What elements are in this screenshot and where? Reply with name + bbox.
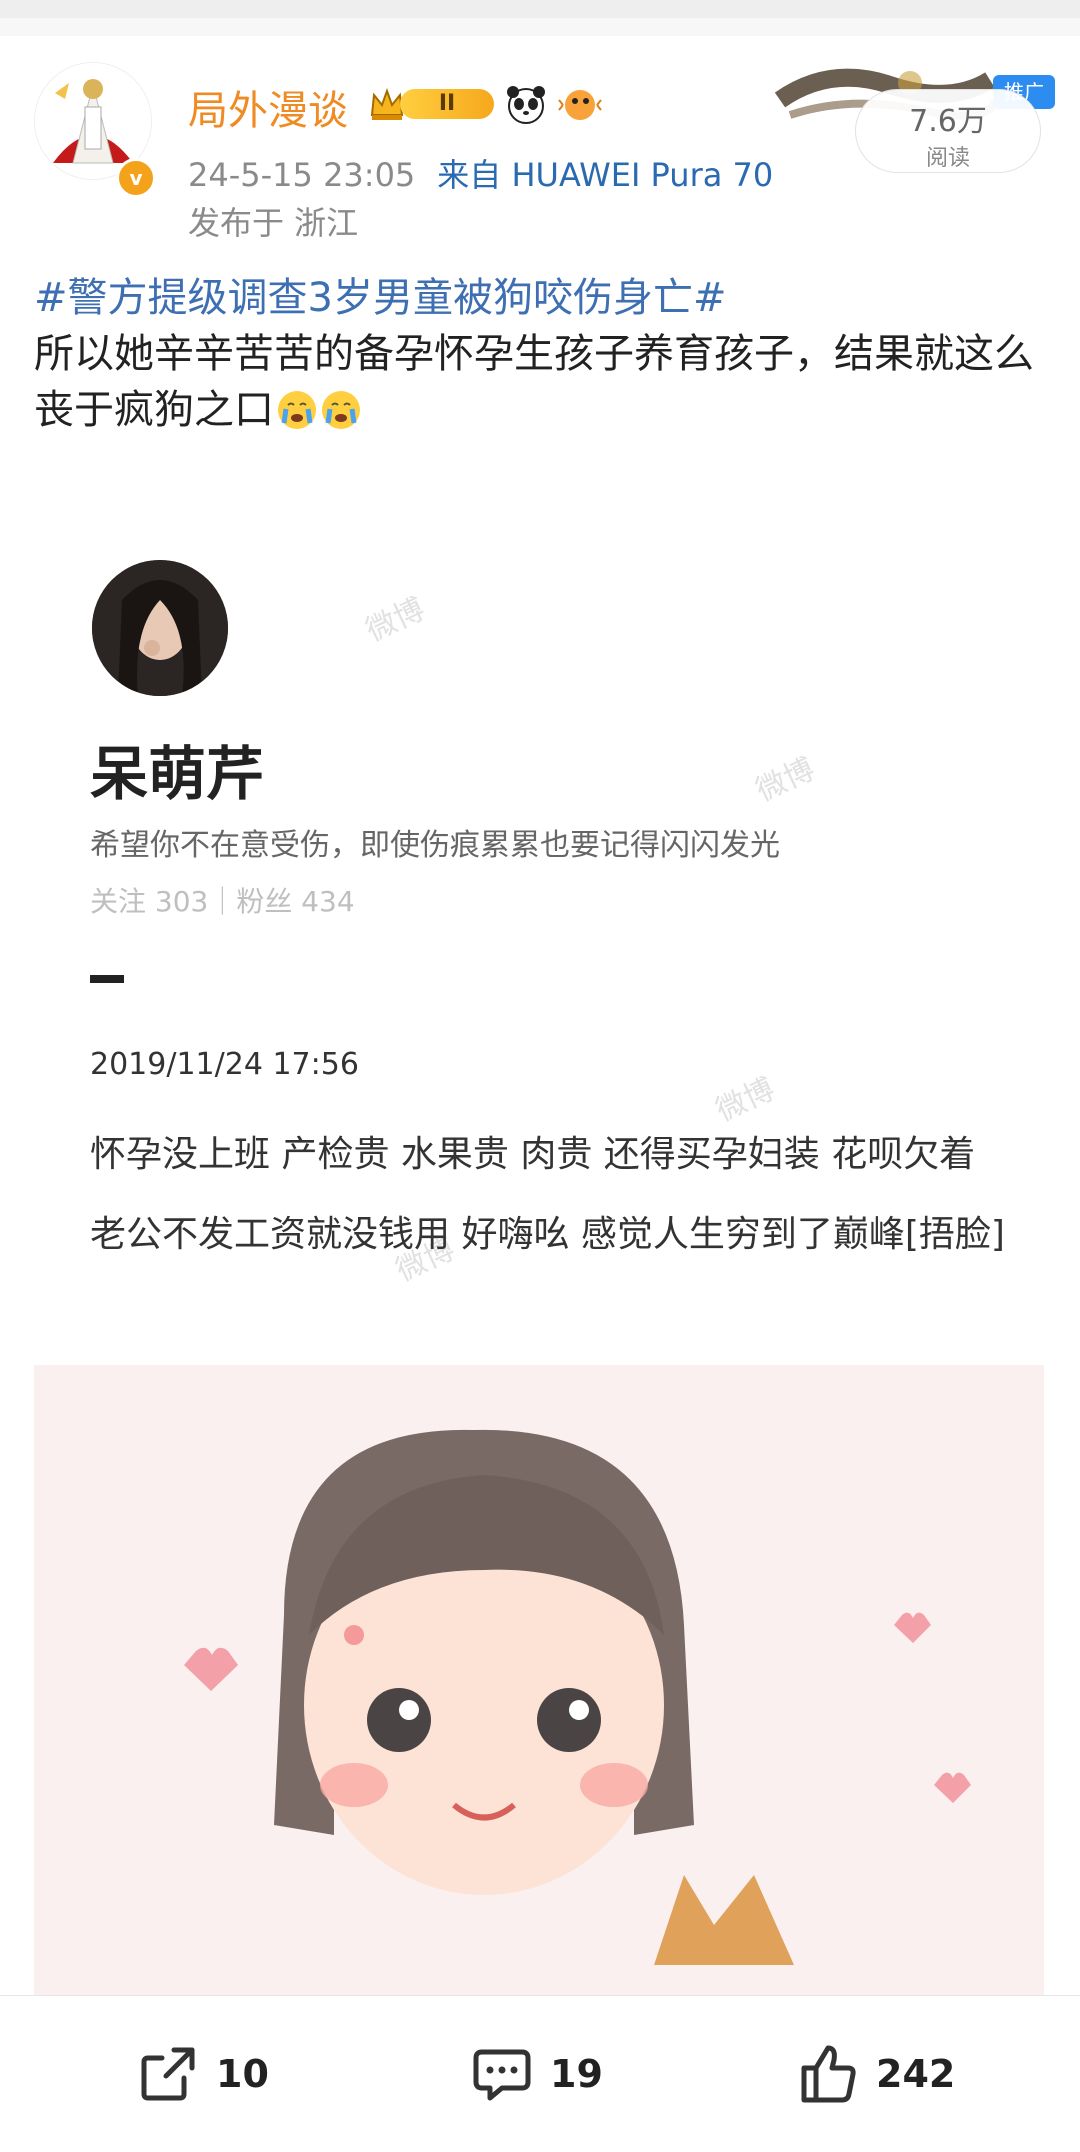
crying-emoji-icon bbox=[278, 391, 316, 429]
level-label: II bbox=[400, 89, 494, 119]
repost-button[interactable]: 10 bbox=[136, 2044, 269, 2104]
action-bar: 10 19 242 bbox=[0, 1995, 1080, 2152]
watermark: 微博 bbox=[360, 591, 431, 649]
like-count: 242 bbox=[876, 2052, 956, 2096]
embedded-name: 呆萌芹 bbox=[90, 740, 265, 808]
watermark: 微博 bbox=[750, 751, 821, 809]
hashtag-link[interactable]: #警方提级调查3岁男童被狗咬伤身亡# bbox=[34, 270, 1044, 326]
embedded-date: 2019/11/24 17:56 bbox=[90, 1047, 359, 1082]
post-content: #警方提级调查3岁男童被狗咬伤身亡# 所以她辛辛苦苦的备孕怀孕生孩子养育孩子，结… bbox=[34, 270, 1044, 438]
like-button[interactable]: 242 bbox=[796, 2044, 955, 2104]
post-image[interactable]: 微博 微博 微博 微博 呆萌芹 希望你不在意受伤，即使伤痕累累也要记得闪闪发光 … bbox=[34, 455, 1044, 1995]
embedded-text: 怀孕没上班 产检贵 水果贵 肉贵 还得买孕妇装 花呗欠着 老公不发工资就没钱用 … bbox=[90, 1134, 1005, 1255]
level-badge[interactable]: II bbox=[368, 84, 494, 124]
crying-emoji-icon bbox=[322, 391, 360, 429]
post-source[interactable]: 来自 HUAWEI Pura 70 bbox=[437, 156, 773, 194]
pufferfish-icon bbox=[558, 90, 602, 120]
cartoon-girl-illustration bbox=[34, 1365, 1044, 1995]
ad-banner[interactable]: 推广 7.6万 阅读 bbox=[770, 55, 1055, 173]
post-location: 发布于 浙江 bbox=[188, 204, 359, 242]
post-timestamp: 24-5-15 23:05 bbox=[188, 156, 416, 194]
read-count: 7.6万 bbox=[909, 104, 987, 139]
user-badges: II bbox=[368, 82, 602, 126]
panda-icon bbox=[507, 86, 545, 124]
embedded-stats: 关注 303｜粉丝 434 bbox=[90, 885, 355, 918]
comment-count: 19 bbox=[550, 2052, 603, 2096]
thumbs-up-icon bbox=[801, 2045, 856, 2103]
post-meta: 24-5-15 23:05 来自 HUAWEI Pura 70 bbox=[188, 150, 795, 196]
username[interactable]: 局外漫谈 bbox=[188, 78, 348, 136]
share-icon bbox=[141, 2047, 195, 2101]
embedded-bio: 希望你不在意受伤，即使伤痕累累也要记得闪闪发光 bbox=[90, 828, 780, 863]
divider bbox=[90, 975, 124, 983]
status-bar bbox=[0, 0, 1080, 36]
verified-icon: v bbox=[116, 158, 156, 198]
embedded-avatar bbox=[92, 560, 228, 696]
read-label: 阅读 bbox=[925, 146, 970, 171]
comment-button[interactable]: 19 bbox=[470, 2044, 603, 2104]
repost-count: 10 bbox=[216, 2052, 269, 2096]
comment-icon bbox=[473, 2049, 531, 2101]
post-body: 所以她辛辛苦苦的备孕怀孕生孩子养育孩子，结果就这么丧于疯狗之口 bbox=[34, 331, 1034, 433]
read-count-box: 7.6万 阅读 bbox=[855, 89, 1041, 173]
